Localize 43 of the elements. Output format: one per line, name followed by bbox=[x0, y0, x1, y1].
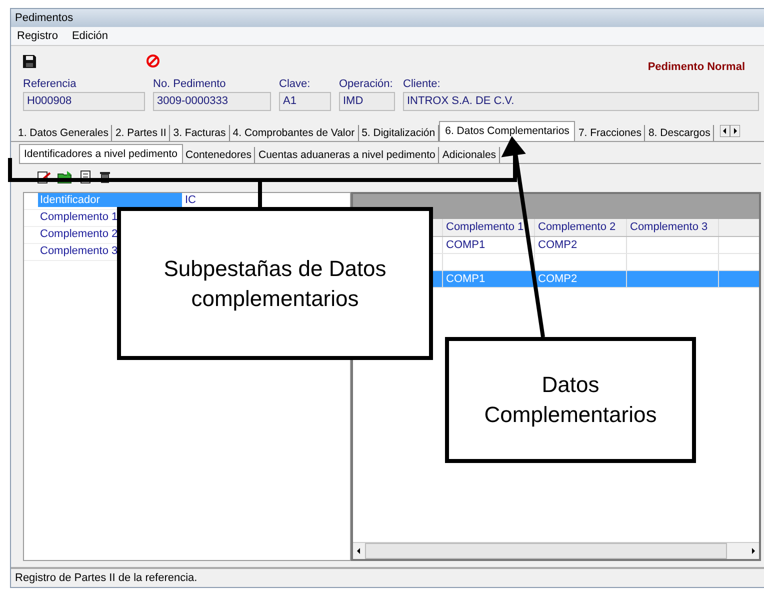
document-type-label: Pedimento Normal bbox=[648, 61, 745, 73]
tab[interactable]: 7. Fracciones bbox=[575, 125, 646, 141]
table-cell: COMP2 bbox=[538, 239, 578, 251]
field-label: Clave: bbox=[279, 78, 312, 92]
subtab[interactable]: Identificadores a nivel pedimento bbox=[19, 144, 183, 163]
subtab[interactable]: Cuentas aduaneras a nivel pedimento bbox=[255, 147, 440, 163]
cancel-icon[interactable] bbox=[146, 54, 160, 68]
field-label: Operación: bbox=[339, 78, 394, 92]
column-header[interactable]: Complemento 3 bbox=[627, 219, 719, 236]
tab[interactable]: 1. Datos Generales bbox=[15, 125, 112, 141]
field-label: Referencia bbox=[23, 78, 78, 92]
text-field[interactable]: A1 bbox=[279, 92, 331, 111]
table-cell: COMP1 bbox=[446, 273, 486, 285]
text-field[interactable]: IMD bbox=[339, 92, 395, 111]
tab[interactable]: 4. Comprobantes de Valor bbox=[230, 125, 359, 141]
trash-icon[interactable] bbox=[99, 170, 111, 184]
menu-item[interactable]: Registro bbox=[17, 30, 58, 42]
text-field[interactable]: H000908 bbox=[23, 92, 145, 111]
scroll-left-icon[interactable] bbox=[720, 125, 730, 137]
field-label: Cliente: bbox=[403, 78, 442, 92]
table-cell: COMP1 bbox=[446, 239, 486, 251]
save-icon[interactable] bbox=[23, 54, 36, 68]
menu-item[interactable]: Edición bbox=[72, 30, 108, 42]
scroll-right-icon[interactable] bbox=[730, 125, 740, 137]
edit-icon[interactable] bbox=[37, 170, 51, 184]
window-title: Pedimentos bbox=[11, 9, 764, 27]
horizontal-scrollbar[interactable] bbox=[353, 542, 759, 559]
tab[interactable]: 8. Descargos bbox=[645, 125, 714, 141]
column-header[interactable]: Complemento 1 bbox=[443, 219, 535, 236]
tab[interactable]: 6. Datos Complementarios bbox=[439, 121, 576, 141]
text-field[interactable]: 3009-0000333 bbox=[153, 92, 271, 111]
tab[interactable]: 2. Partes II bbox=[112, 125, 170, 141]
subtab[interactable]: Contenedores bbox=[182, 147, 256, 163]
field-label: No. Pedimento bbox=[153, 78, 227, 92]
table-cell: COMP2 bbox=[538, 273, 578, 285]
callout-tooltip: Datos Complementarios bbox=[445, 337, 696, 463]
text-field[interactable]: INTROX S.A. DE C.V. bbox=[403, 92, 759, 111]
column-header[interactable]: Complemento 2 bbox=[535, 219, 627, 236]
tab[interactable]: 3. Facturas bbox=[170, 125, 230, 141]
status-bar: Registro de Partes II de la referencia. bbox=[11, 567, 764, 587]
table-cell: IC bbox=[185, 193, 196, 207]
callout-tooltip: Subpestañas de Datos complementarios bbox=[117, 207, 433, 360]
subtab[interactable]: Adicionales bbox=[439, 147, 500, 163]
